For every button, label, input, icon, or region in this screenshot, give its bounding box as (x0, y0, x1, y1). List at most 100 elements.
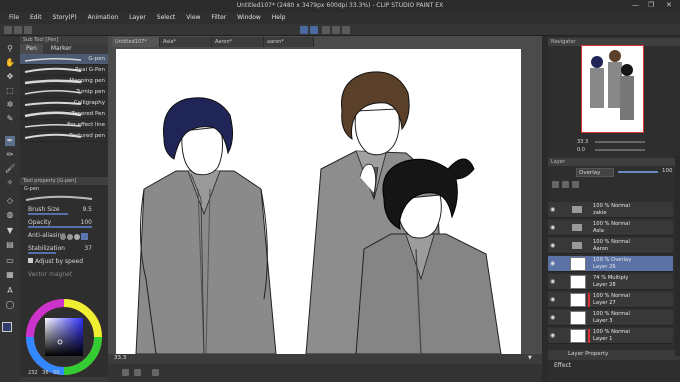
eraser-tool-icon[interactable]: ◇ (5, 196, 15, 206)
navigator-angle[interactable]: 0.0 (577, 147, 585, 153)
fit-icon[interactable] (152, 369, 159, 376)
layer-folder-row[interactable]: ◉ 100 % Normal zakie (548, 202, 673, 218)
adjust-speed-row[interactable]: Adjust by speed (20, 255, 108, 268)
layer-folder-row[interactable]: ◉ 100 % Normal Aaron (548, 238, 673, 254)
layer-property-tab[interactable]: Layer Property (568, 351, 608, 357)
anti-aliasing-row[interactable]: Anti-aliasing (20, 229, 108, 242)
menu-filter[interactable]: Filter (211, 14, 226, 21)
clip-icon[interactable] (562, 181, 569, 188)
brush-item[interactable]: For effect line (20, 120, 108, 131)
blend-mode-select[interactable]: Overlay (576, 168, 614, 177)
pencil-tool-icon[interactable]: ✏ (5, 150, 15, 160)
visibility-eye-icon[interactable]: ◉ (550, 225, 556, 231)
save-icon[interactable] (24, 26, 32, 34)
maximize-button[interactable]: ❐ (648, 1, 654, 9)
doc-tab-1[interactable]: Untitled107* (112, 37, 160, 47)
brush-item[interactable]: Calligraphy (20, 98, 108, 109)
fill-tool-icon[interactable]: ▼ (5, 226, 15, 236)
visibility-eye-icon[interactable]: ◉ (550, 333, 556, 339)
visibility-eye-icon[interactable]: ◉ (550, 297, 556, 303)
tab-marker[interactable]: Marker (45, 44, 78, 54)
minimize-button[interactable]: — (632, 1, 639, 9)
layer-scrollbar[interactable] (675, 156, 680, 356)
menu-window[interactable]: Window (237, 14, 261, 21)
pen-tool-icon[interactable]: ✒ (5, 136, 15, 146)
doc-tab-4[interactable]: aaron* (264, 37, 314, 47)
brush-item[interactable]: Mapping pen (20, 76, 108, 87)
brush-item[interactable]: Real G-Pen (20, 65, 108, 76)
brush-size-slider[interactable] (28, 213, 68, 215)
layer-row[interactable]: ◉ 100 % Normal Layer 27 (548, 292, 673, 308)
undo-footer-icon[interactable] (122, 369, 129, 376)
lock-icon[interactable] (552, 181, 559, 188)
layer-opacity-value[interactable]: 100 (662, 168, 673, 174)
move-tool-icon[interactable]: ✥ (5, 72, 15, 82)
frame-tool-icon[interactable]: ▦ (5, 270, 15, 280)
visibility-eye-icon[interactable]: ◉ (550, 315, 556, 321)
foreground-color-swatch[interactable] (2, 322, 12, 332)
menu-edit[interactable]: Edit (30, 14, 42, 21)
redo-icon[interactable] (342, 26, 350, 34)
blend-tool-icon[interactable]: ◍ (5, 210, 15, 220)
menu-view[interactable]: View (186, 14, 200, 21)
open-file-icon[interactable] (14, 26, 22, 34)
layer-folder-row[interactable]: ◉ 100 % Normal Asla (548, 220, 673, 236)
layer-row[interactable]: ◉ 100 % Overlay Layer 26 (548, 256, 673, 272)
brush-item[interactable]: Turnip pen (20, 87, 108, 98)
stabilization-slider[interactable] (28, 252, 56, 254)
brush-tool-icon[interactable]: 🖌 (5, 164, 15, 174)
navigator-thumbnail[interactable] (581, 45, 644, 133)
eyedropper-tool-icon[interactable]: ✎ (5, 114, 15, 124)
lasso-tool-icon[interactable]: ✲ (5, 100, 15, 110)
menu-animation[interactable]: Animation (88, 14, 119, 21)
menu-layer[interactable]: Layer (129, 14, 146, 21)
airbrush-tool-icon[interactable]: ✧ (5, 178, 15, 188)
visibility-eye-icon[interactable]: ◉ (550, 207, 556, 213)
visibility-eye-icon[interactable]: ◉ (550, 261, 556, 267)
gradient-tool-icon[interactable]: ▤ (5, 240, 15, 250)
scroll-down-icon[interactable]: ▼ (528, 355, 532, 361)
doc-tab-3[interactable]: Aaron* (212, 37, 264, 47)
opacity-row[interactable]: Opacity 100 (20, 216, 108, 229)
brush-size-value[interactable]: 9.5 (82, 203, 92, 216)
adjust-speed-checkbox[interactable] (28, 258, 33, 263)
transform-icon[interactable] (322, 26, 330, 34)
hand-tool-icon[interactable]: ✋ (5, 58, 15, 68)
opacity-slider[interactable] (28, 226, 92, 228)
vector-magnet-row[interactable]: Vector magnet (20, 268, 108, 281)
figure-tool-icon[interactable]: ▭ (5, 256, 15, 266)
menu-select[interactable]: Select (157, 14, 176, 21)
navigator-zoom-slider[interactable] (595, 141, 645, 143)
layer-row[interactable]: ◉ 100 % Normal Layer 1 (548, 328, 673, 344)
balloon-tool-icon[interactable]: ◯ (5, 300, 15, 310)
layer-opacity-slider[interactable] (618, 171, 658, 173)
visibility-eye-icon[interactable]: ◉ (550, 243, 556, 249)
layer-row[interactable]: ◉ 74 % Multiply Layer 28 (548, 274, 673, 290)
redo-footer-icon[interactable] (134, 369, 141, 376)
brush-item[interactable]: Tapered Pen (20, 109, 108, 120)
menu-help[interactable]: Help (272, 14, 286, 21)
snap-grid-icon[interactable] (310, 26, 318, 34)
brush-item[interactable]: G-pen (20, 54, 108, 65)
select-tool-icon[interactable]: ⬚ (5, 86, 15, 96)
brush-size-row[interactable]: Brush Size 9.5 (20, 203, 108, 216)
zoom-tool-icon[interactable]: ⚲ (5, 44, 15, 54)
menu-file[interactable]: File (9, 14, 19, 21)
new-file-icon[interactable] (4, 26, 12, 34)
visibility-eye-icon[interactable]: ◉ (550, 279, 556, 285)
reference-icon[interactable] (572, 181, 579, 188)
snap-ruler-icon[interactable] (300, 26, 308, 34)
close-button[interactable]: ✕ (666, 1, 672, 9)
undo-icon[interactable] (332, 26, 340, 34)
navigator-zoom[interactable]: 33.3 (577, 139, 588, 145)
stabilization-value[interactable]: 37 (84, 242, 92, 255)
brush-item[interactable]: Textured pen (20, 131, 108, 142)
tab-pen[interactable]: Pen (20, 44, 43, 54)
text-tool-icon[interactable]: A (5, 286, 15, 296)
doc-tab-2[interactable]: Asla* (160, 37, 212, 47)
drawing-canvas[interactable] (116, 49, 521, 354)
navigator-angle-slider[interactable] (595, 149, 645, 151)
stabilization-row[interactable]: Stabilization 37 (20, 242, 108, 255)
menu-story[interactable]: Story(P) (53, 14, 77, 21)
layer-row[interactable]: ◉ 100 % Normal Layer 3 (548, 310, 673, 326)
